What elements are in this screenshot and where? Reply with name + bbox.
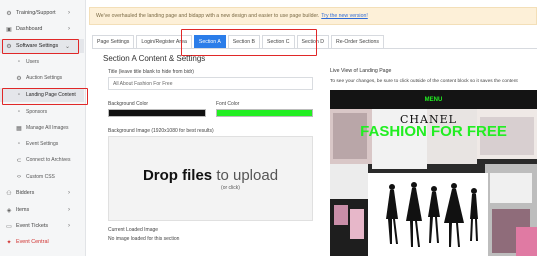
banner-link[interactable]: Try the new version! <box>321 13 368 19</box>
preview-title: Live View of Landing Page <box>330 68 392 74</box>
nav-label: Bidders <box>16 190 35 196</box>
settings-icon: ⚙ <box>16 75 22 82</box>
nav-label: Items <box>16 207 30 213</box>
nav-label: Users <box>26 59 40 65</box>
live-preview[interactable]: MENU CHANEL FASHION FOR FREE <box>330 90 537 256</box>
nav-auction-settings[interactable]: ⚙ Auction Settings <box>0 71 84 85</box>
dropzone-main: Drop files <box>142 166 213 184</box>
nav-label: Dashboard <box>16 26 43 32</box>
nav-training-support[interactable]: ⚙ Training/Support › <box>0 6 84 20</box>
chevron-right-icon: › <box>68 10 70 16</box>
title-input[interactable]: All About Fashion For Free <box>108 77 313 90</box>
nav-items[interactable]: ◈ Items › <box>0 203 84 217</box>
nav-label: Manage All Images <box>26 125 69 131</box>
nav-label: Event Tickets <box>16 223 49 229</box>
nav-manage-all-images[interactable]: ▦ Manage All Images <box>0 121 84 135</box>
chevron-right-icon: › <box>68 26 70 32</box>
nav-label: Connect to Archives <box>26 157 71 163</box>
dropzone-sub: (or click) <box>221 184 240 191</box>
document-icon: ▫ <box>17 141 21 147</box>
users-icon: ⚇ <box>6 190 12 197</box>
image-dropzone[interactable]: Drop files to upload (or click) <box>108 136 313 221</box>
update-banner: We've overhauled the landing page and bi… <box>89 7 537 25</box>
preview-headline[interactable]: FASHION FOR FREE <box>330 123 537 140</box>
code-icon: ‹› <box>17 174 21 180</box>
bg-image-label: Background Image (1920x1080 for best res… <box>108 128 214 134</box>
dropzone-suffix: to upload <box>216 166 279 184</box>
document-icon: ▫ <box>17 59 21 65</box>
nav-sponsors[interactable]: ▫ Sponsors <box>0 105 84 119</box>
nav-dashboard[interactable]: ▣ Dashboard › <box>0 22 84 36</box>
gear-icon: ⚙ <box>6 10 12 17</box>
nav-label: Event Central <box>16 239 49 245</box>
dashboard-icon: ▣ <box>6 26 12 33</box>
nav-label: Training/Support <box>16 10 56 16</box>
tab-page-settings[interactable]: Page Settings <box>92 35 135 48</box>
chevron-right-icon: › <box>68 223 70 229</box>
dropzone-text: Drop files to upload <box>143 167 278 184</box>
chevron-right-icon: › <box>68 207 70 213</box>
preview-note: To see your changes, be sure to click ou… <box>330 79 518 84</box>
link-icon: ⊂ <box>16 157 22 164</box>
image-icon: ▦ <box>16 125 22 132</box>
nav-label: Custom CSS <box>26 174 55 180</box>
highlight-landing-page-content <box>2 88 88 105</box>
nav-label: Event Settings <box>26 141 59 147</box>
highlight-software-settings <box>2 39 79 54</box>
section-title: Section A Content & Settings <box>103 54 206 63</box>
font-color-input[interactable] <box>216 109 313 117</box>
banner-text: We've overhauled the landing page and bi… <box>96 13 320 19</box>
document-icon: ▫ <box>17 109 21 115</box>
nav-label: Sponsors <box>26 109 48 115</box>
preview-menu[interactable]: MENU <box>330 90 537 109</box>
star-icon: ✦ <box>6 239 12 246</box>
bg-color-label: Background Color <box>108 101 149 107</box>
ticket-icon: ▭ <box>6 223 12 230</box>
nav-custom-css[interactable]: ‹› Custom CSS <box>0 170 84 184</box>
nav-label: Auction Settings <box>26 75 63 81</box>
nav-bidders[interactable]: ⚇ Bidders › <box>0 186 84 200</box>
nav-event-central[interactable]: ✦ Event Central <box>0 235 84 249</box>
nav-event-settings[interactable]: ▫ Event Settings <box>0 137 84 151</box>
chevron-right-icon: › <box>68 190 70 196</box>
nav-users[interactable]: ▫ Users <box>0 55 84 69</box>
highlight-section-tabs <box>181 29 317 56</box>
bg-color-input[interactable] <box>108 109 206 117</box>
nav-connect-to-archives[interactable]: ⊂ Connect to Archives <box>0 153 84 167</box>
tab-re-order-sections[interactable]: Re-Order Sections <box>331 35 384 48</box>
font-color-label: Font Color <box>216 101 240 107</box>
nav-event-tickets[interactable]: ▭ Event Tickets › <box>0 219 84 233</box>
current-image-value: No image loaded for this section <box>108 236 180 242</box>
current-image-label: Current Loaded Image <box>108 227 159 233</box>
title-label: Title (leave title blank to hide from bi… <box>108 69 194 75</box>
tag-icon: ◈ <box>6 207 12 214</box>
